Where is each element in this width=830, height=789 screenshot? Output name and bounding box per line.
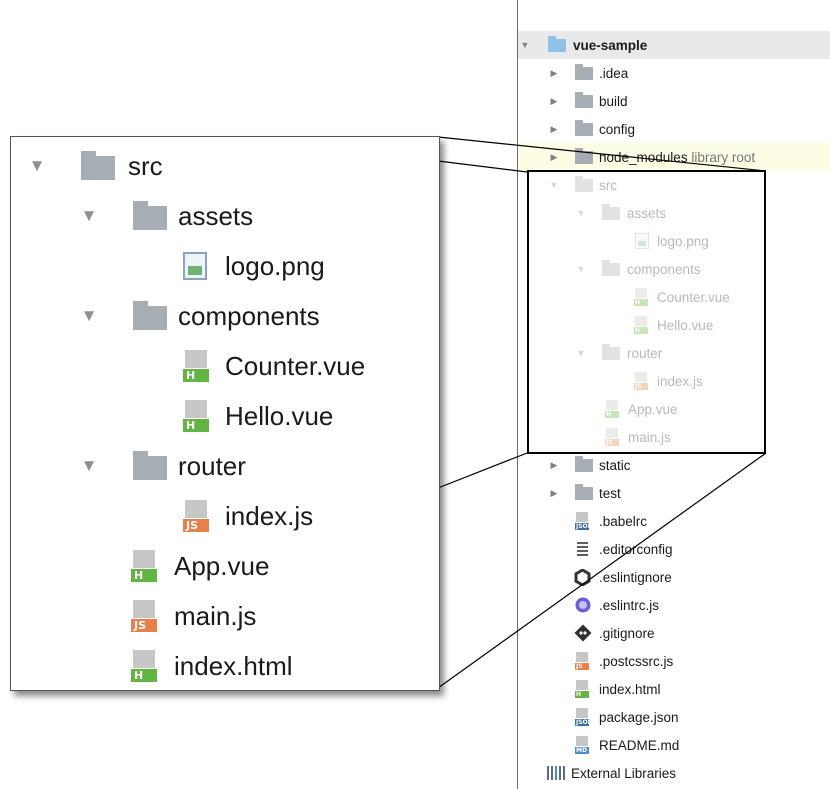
callout-item-components: ▼ components [11, 291, 439, 341]
tree-item-label: package.json [599, 709, 679, 725]
callout-label: main.js [174, 600, 257, 631]
tree-item-label: test [599, 485, 621, 501]
tree-item-label: .babelrc [599, 513, 648, 529]
expand-arrow-icon: ▼ [80, 456, 98, 475]
collapsed-arrow-icon[interactable]: ▶ [549, 488, 559, 499]
json-file-icon: JSON [575, 512, 593, 530]
html-file-icon: H [131, 650, 157, 682]
folder-icon [81, 151, 115, 180]
folder-icon [575, 63, 593, 80]
markdown-file-icon: MD [575, 736, 589, 754]
tree-item-label: build [599, 93, 628, 109]
tree-item-readme-md[interactable]: MD README.md [518, 731, 830, 759]
tree-item-external-libraries[interactable]: External Libraries [518, 759, 830, 787]
js-file-icon: JS [575, 652, 589, 670]
callout-label: router [178, 450, 246, 481]
callout-item-app-vue: H App.vue [11, 541, 439, 591]
libraries-icon [547, 766, 565, 783]
tree-item-label: index.html [599, 681, 661, 697]
zoom-callout: ▼ src ▼ assets logo.png ▼ components H C… [10, 136, 440, 691]
callout-label: logo.png [225, 250, 325, 281]
collapsed-arrow-icon[interactable]: ▶ [549, 152, 559, 163]
project-folder-icon [548, 35, 566, 52]
tree-item-static[interactable]: ▶ static [518, 451, 830, 479]
expand-arrow-icon: ▼ [80, 306, 98, 325]
vue-file-icon: H [131, 550, 157, 582]
folder-icon [575, 455, 593, 472]
tree-item-node-modules[interactable]: ▶ node_modules library root [518, 143, 830, 171]
tree-item-label: .postcssrc.js [599, 653, 674, 669]
tree-item-index-html[interactable]: H index.html [518, 675, 830, 703]
folder-icon [575, 147, 593, 164]
tree-item-label: External Libraries [571, 765, 677, 781]
library-root-tag: library root [691, 149, 756, 165]
tree-item-build[interactable]: ▶ build [518, 87, 830, 115]
tree-item-label: .gitignore [599, 625, 655, 641]
callout-item-index-js: JS index.js [11, 491, 439, 541]
expand-arrow-icon: ▼ [80, 206, 98, 225]
tree-item-label: config [599, 121, 636, 137]
tree-item-package-json[interactable]: JSON package.json [518, 703, 830, 731]
tree-item-label: .editorconfig [599, 541, 673, 557]
callout-item-src: ▼ src [11, 141, 439, 191]
folder-icon [575, 91, 593, 108]
tree-item-label: vue-sample [573, 37, 648, 53]
folder-icon [575, 483, 593, 500]
collapsed-arrow-icon[interactable]: ▶ [549, 96, 559, 107]
vue-file-icon: H [183, 350, 209, 382]
callout-item-assets: ▼ assets [11, 191, 439, 241]
tree-item-label: node_modules [599, 149, 688, 165]
callout-label: Hello.vue [225, 400, 334, 431]
collapsed-arrow-icon[interactable]: ▶ [549, 460, 559, 471]
tree-item-gitignore[interactable]: .gitignore [518, 619, 830, 647]
tree-item-label: static [599, 457, 631, 473]
js-file-icon: JS [131, 600, 157, 632]
folder-icon [133, 301, 167, 330]
callout-item-router: ▼ router [11, 441, 439, 491]
callout-item-logo-png: logo.png [11, 241, 439, 291]
callout-label: index.js [225, 500, 314, 531]
expand-arrow-icon[interactable]: ▼ [520, 40, 530, 50]
js-file-icon: JS [183, 500, 209, 532]
folder-icon [575, 119, 593, 136]
tree-item-idea[interactable]: ▶ .idea [518, 59, 830, 87]
callout-item-index-html: H index.html [11, 641, 439, 690]
tree-item-config[interactable]: ▶ config [518, 115, 830, 143]
callout-label: index.html [174, 650, 293, 681]
tree-item-editorconfig[interactable]: .editorconfig [518, 535, 830, 563]
tree-item-label: .eslintrc.js [599, 597, 660, 613]
folder-icon [133, 201, 167, 230]
text-file-icon [577, 541, 588, 557]
callout-label: components [178, 300, 320, 331]
vue-file-icon: H [183, 400, 209, 432]
callout-item-hello-vue: H Hello.vue [11, 391, 439, 441]
image-file-icon [183, 252, 207, 280]
git-icon [574, 624, 592, 645]
tree-item-postcssrc-js[interactable]: JS .postcssrc.js [518, 647, 830, 675]
callout-item-counter-vue: H Counter.vue [11, 341, 439, 391]
folder-icon [133, 451, 167, 480]
tree-item-label: README.md [599, 737, 680, 753]
collapsed-arrow-icon[interactable]: ▶ [549, 68, 559, 79]
tree-item-label: .idea [599, 65, 629, 81]
html-file-icon: H [575, 680, 589, 698]
callout-item-main-js: JS main.js [11, 591, 439, 641]
tree-item-test[interactable]: ▶ test [518, 479, 830, 507]
expand-arrow-icon: ▼ [28, 156, 46, 175]
eslint-config-icon [574, 596, 592, 617]
tree-item-eslintignore[interactable]: .eslintignore [518, 563, 830, 591]
collapsed-arrow-icon[interactable]: ▶ [549, 124, 559, 135]
callout-label: assets [178, 200, 254, 231]
callout-label: Counter.vue [225, 350, 366, 381]
callout-label: App.vue [174, 550, 270, 581]
tree-item-babelrc[interactable]: JSON .babelrc [518, 507, 830, 535]
callout-label: src [128, 150, 163, 181]
eslint-ignore-icon [574, 568, 591, 589]
tree-item-eslintrc-js[interactable]: .eslintrc.js [518, 591, 830, 619]
json-file-icon: JSON [575, 708, 593, 726]
zoom-selection-frame [527, 170, 766, 454]
tree-root-vue-sample[interactable]: ▼ vue-sample [518, 31, 830, 59]
tree-item-label: .eslintignore [599, 569, 672, 585]
